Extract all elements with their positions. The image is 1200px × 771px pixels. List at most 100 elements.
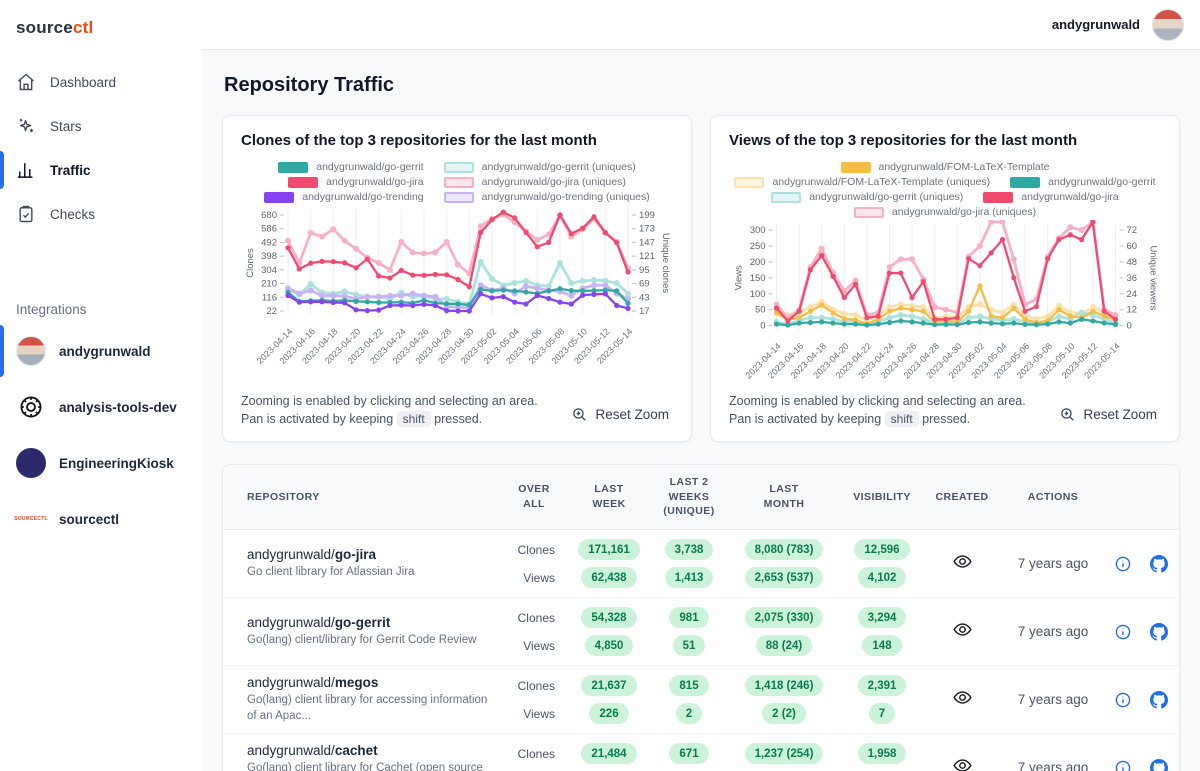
main-column: andygrunwald Repository Traffic Clones o…: [202, 0, 1200, 771]
repo-name[interactable]: andygrunwald/cachet: [247, 743, 493, 758]
repo-name[interactable]: andygrunwald/go-jira: [247, 547, 493, 562]
svg-text:12: 12: [1126, 305, 1137, 316]
svg-text:36: 36: [1126, 273, 1137, 284]
legend-swatch: [264, 192, 294, 203]
legend-swatch: [854, 207, 884, 218]
repo-description: Go(lang) client library for accessing in…: [247, 693, 493, 724]
legend-item[interactable]: andygrunwald/go-gerrit: [1010, 176, 1155, 188]
info-icon[interactable]: [1114, 691, 1132, 709]
column-header: LAST 2 WEEKS(UNIQUE): [653, 465, 725, 529]
legend-swatch: [444, 162, 474, 173]
integration-label: EngineeringKiosk: [59, 456, 174, 471]
integration-item-andygrunwald[interactable]: andygrunwald: [0, 327, 202, 375]
legend-item[interactable]: andygrunwald/go-jira: [983, 191, 1118, 203]
svg-text:300: 300: [750, 225, 766, 236]
metric-badge: 815: [669, 675, 708, 696]
legend-label: andygrunwald/go-jira (uniques): [482, 176, 626, 188]
github-icon[interactable]: [1150, 623, 1168, 641]
svg-text:0: 0: [760, 321, 765, 332]
metric-row-labels: ClonesViews: [503, 539, 565, 588]
shift-key-label: shift: [397, 411, 431, 427]
repo-description: Go client library for Atlassian Jira: [247, 565, 493, 581]
user-menu[interactable]: andygrunwald: [1052, 9, 1184, 41]
reset-zoom-button[interactable]: Reset Zoom: [1055, 400, 1161, 429]
metric-badge: 3,738: [665, 539, 714, 560]
repository-table: REPOSITORYOVERALLLASTWEEKLAST 2 WEEKS(UN…: [222, 464, 1180, 771]
info-icon[interactable]: [1114, 623, 1132, 641]
eye-icon: [952, 551, 973, 577]
legend-item[interactable]: andygrunwald/go-gerrit (uniques): [444, 161, 636, 173]
legend-label: andygrunwald/go-jira (uniques): [892, 206, 1036, 218]
info-icon[interactable]: [1114, 555, 1132, 573]
repo-name[interactable]: andygrunwald/go-gerrit: [247, 615, 493, 630]
app-root: sourcectl DashboardStarsTrafficChecks In…: [0, 0, 1200, 771]
brand-logo[interactable]: sourcectl: [0, 14, 202, 62]
legend-item[interactable]: andygrunwald/go-gerrit (uniques): [771, 191, 963, 203]
legend-item[interactable]: andygrunwald/FOM-LaTeX-Template: [841, 161, 1050, 173]
sidebar-item-traffic[interactable]: Traffic: [0, 150, 202, 190]
metric-column: 1,418 (246)2 (2): [725, 675, 843, 724]
legend-item[interactable]: andygrunwald/FOM-LaTeX-Template (uniques…: [734, 176, 990, 188]
github-icon[interactable]: [1150, 691, 1168, 709]
metric-column: 1,237 (254)16 (12): [725, 743, 843, 771]
content-area: Repository Traffic Clones of the top 3 r…: [202, 50, 1200, 771]
legend-item[interactable]: andygrunwald/go-jira (uniques): [444, 176, 626, 188]
sidebar-nav: DashboardStarsTrafficChecks: [0, 62, 202, 234]
metric-badge: 2,075 (330): [745, 607, 824, 628]
svg-text:69: 69: [639, 279, 650, 290]
legend-label: andygrunwald/go-gerrit (uniques): [809, 191, 963, 203]
svg-text:492: 492: [261, 237, 277, 248]
legend-item[interactable]: andygrunwald/go-trending: [264, 191, 423, 203]
metric-column: 54,3284,850: [565, 607, 653, 656]
integration-item-analysis-tools-dev[interactable]: analysis-tools-dev: [0, 383, 202, 431]
repo-name[interactable]: andygrunwald/megos: [247, 675, 493, 690]
repo-owner: andygrunwald/: [247, 615, 335, 630]
legend-label: andygrunwald/go-jira: [326, 176, 423, 188]
repo-cell: andygrunwald/go-gerritGo(lang) client/li…: [223, 615, 503, 649]
svg-text:Unique clones: Unique clones: [660, 233, 671, 293]
visibility-cell: [921, 551, 1003, 577]
metric-row-labels: ClonesViews: [503, 675, 565, 724]
legend-item[interactable]: andygrunwald/go-jira (uniques): [854, 206, 1036, 218]
svg-text:50: 50: [755, 305, 766, 316]
actions-cell: [1103, 759, 1179, 771]
integration-label: andygrunwald: [59, 344, 151, 359]
metric-row-labels: ClonesViews: [503, 607, 565, 656]
metric-badge: 8,080 (783): [745, 539, 824, 560]
legend-item[interactable]: andygrunwald/go-jira: [288, 176, 423, 188]
actions-cell: [1103, 623, 1179, 641]
metric-badge: 671: [669, 743, 708, 764]
legend-swatch: [771, 192, 801, 203]
legend-label: andygrunwald/go-jira: [1021, 191, 1118, 203]
zoom-note-text: Zooming is enabled by clicking and selec…: [241, 394, 538, 427]
column-header: OVERALL: [503, 472, 565, 521]
svg-text:150: 150: [750, 273, 766, 284]
sidebar-item-dashboard[interactable]: Dashboard: [0, 62, 202, 102]
views-chart-card: Views of the top 3 repositories for the …: [710, 115, 1180, 442]
zoom-note: Zooming is enabled by clicking and selec…: [729, 392, 1045, 430]
chart-bar-icon: [16, 160, 36, 180]
github-icon[interactable]: [1150, 555, 1168, 573]
sidebar-item-stars[interactable]: Stars: [0, 106, 202, 146]
views-chart[interactable]: 3002502001501005007260483624120ViewsUniq…: [730, 220, 1160, 392]
eye-icon: [952, 687, 973, 713]
sidebar-item-checks[interactable]: Checks: [0, 194, 202, 234]
legend-label: andygrunwald/go-trending (uniques): [482, 191, 650, 203]
legend-item[interactable]: andygrunwald/go-trending (uniques): [444, 191, 650, 203]
visibility-cell: [921, 687, 1003, 713]
metric-badge: 88 (24): [756, 635, 812, 656]
metric-column: 67111: [653, 743, 725, 771]
integration-label: sourcectl: [59, 512, 119, 527]
github-icon[interactable]: [1150, 759, 1168, 771]
created-label: 7 years ago: [1003, 624, 1103, 639]
info-icon[interactable]: [1114, 759, 1132, 771]
reset-zoom-button[interactable]: Reset Zoom: [567, 400, 673, 429]
svg-text:0: 0: [1126, 321, 1131, 332]
integration-item-engineeringkiosk[interactable]: EngineeringKiosk: [0, 439, 202, 487]
metric-column: 8,080 (783)2,653 (537): [725, 539, 843, 588]
table-header-row: REPOSITORYOVERALLLASTWEEKLAST 2 WEEKS(UN…: [223, 465, 1179, 530]
clones-chart[interactable]: 6805864923983042101162219917314712195694…: [242, 205, 672, 377]
integration-item-sourcectl[interactable]: sourcectlsourcectl: [0, 495, 202, 543]
legend-item[interactable]: andygrunwald/go-gerrit: [278, 161, 423, 173]
svg-text:95: 95: [639, 265, 650, 276]
